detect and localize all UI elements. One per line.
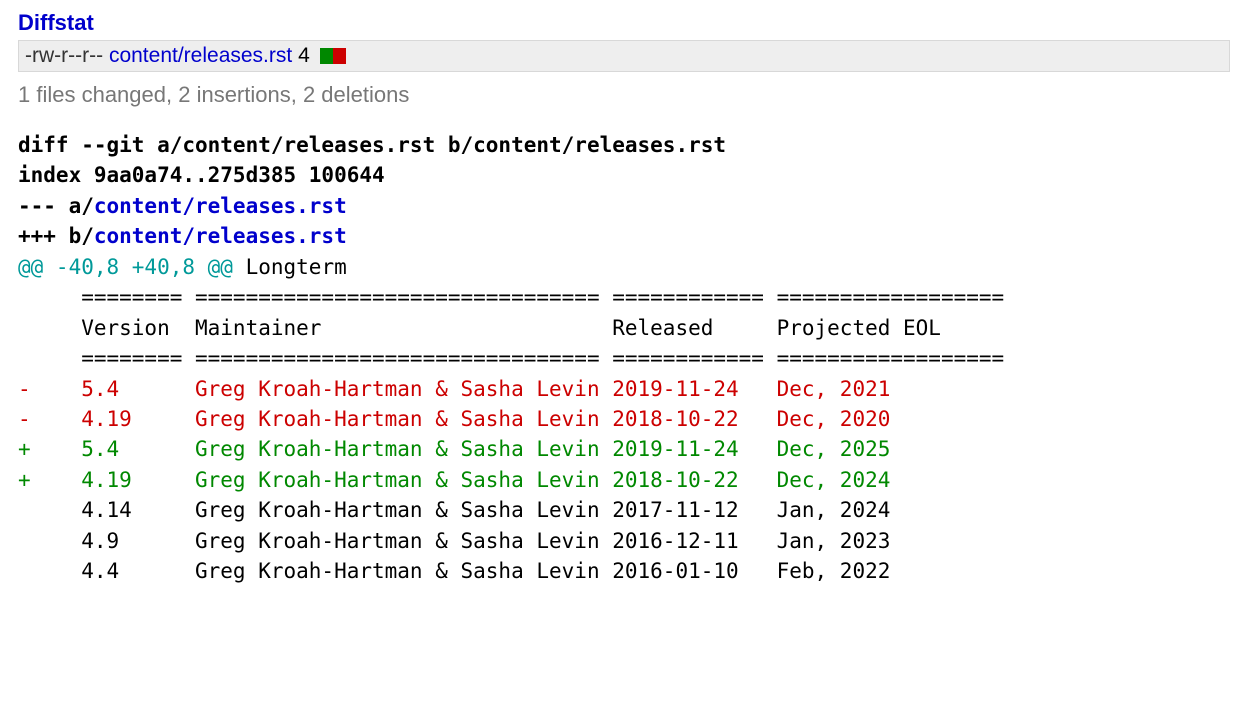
diffstat-summary: 1 files changed, 2 insertions, 2 deletio… — [18, 82, 1230, 108]
context-line: 4.14 Greg Kroah-Hartman & Sasha Levin 20… — [18, 498, 890, 522]
diffstat-row: -rw-r--r-- content/releases.rst 4 — [18, 40, 1230, 72]
plus-prefix: +++ b/ — [18, 224, 94, 248]
context-line: 4.9 Greg Kroah-Hartman & Sasha Levin 201… — [18, 529, 890, 553]
context-line: ======== ===============================… — [18, 285, 1004, 309]
added-line: + 5.4 Greg Kroah-Hartman & Sasha Levin 2… — [18, 437, 890, 461]
hunk-header: @@ -40,8 +40,8 @@ Longterm — [18, 255, 347, 279]
change-count: 4 — [298, 44, 310, 67]
file-mode: -rw-r--r-- — [25, 44, 103, 67]
diff-index-line: index 9aa0a74..275d385 100644 — [18, 163, 385, 187]
context-line: 4.4 Greg Kroah-Hartman & Sasha Levin 201… — [18, 559, 890, 583]
diff-plus-file: +++ b/content/releases.rst — [18, 224, 347, 248]
context-line: ======== ===============================… — [18, 346, 1004, 370]
diff-minus-file: --- a/content/releases.rst — [18, 194, 347, 218]
hunk-marker: @@ -40,8 +40,8 @@ — [18, 255, 233, 279]
diff-command-line: diff --git a/content/releases.rst b/cont… — [18, 133, 726, 157]
minus-prefix: --- a/ — [18, 194, 94, 218]
hunk-context: Longterm — [233, 255, 347, 279]
context-line: Version Maintainer Released Projected EO… — [18, 316, 941, 340]
minus-file-path[interactable]: content/releases.rst — [94, 194, 347, 218]
added-line: + 4.19 Greg Kroah-Hartman & Sasha Levin … — [18, 468, 890, 492]
diff-block: diff --git a/content/releases.rst b/cont… — [18, 130, 1230, 587]
deleted-line: - 5.4 Greg Kroah-Hartman & Sasha Levin 2… — [18, 377, 890, 401]
change-bar-icon — [320, 46, 346, 62]
file-link[interactable]: content/releases.rst — [109, 44, 292, 67]
deleted-line: - 4.19 Greg Kroah-Hartman & Sasha Levin … — [18, 407, 890, 431]
plus-file-path[interactable]: content/releases.rst — [94, 224, 347, 248]
diffstat-header: Diffstat — [18, 10, 1230, 36]
